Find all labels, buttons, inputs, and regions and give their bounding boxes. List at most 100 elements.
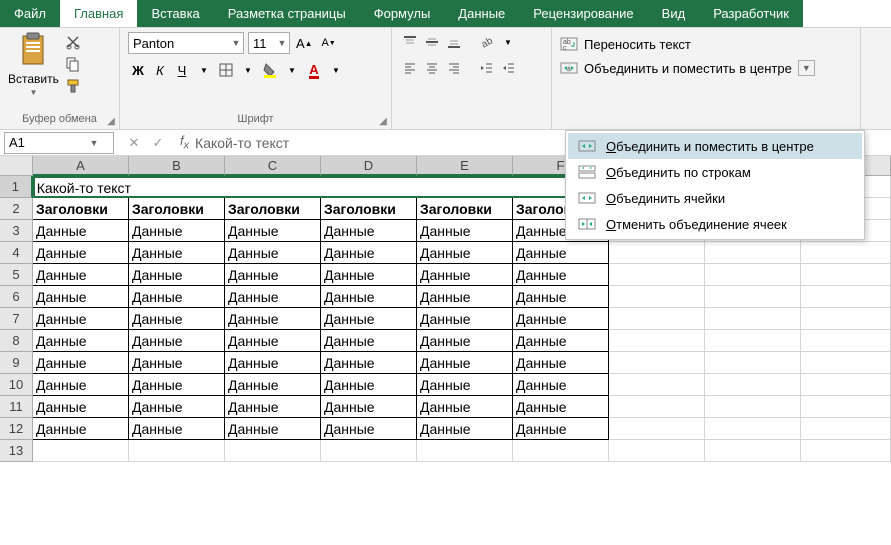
row-header-9[interactable]: 9 (0, 352, 33, 374)
cell[interactable]: Данные (129, 352, 225, 374)
cell[interactable]: Данные (129, 418, 225, 440)
orientation-button[interactable]: ab (476, 32, 496, 52)
cell[interactable]: Данные (33, 308, 129, 330)
cell[interactable]: Заголовки (417, 198, 513, 220)
cell[interactable] (705, 308, 801, 330)
cell[interactable]: Данные (321, 220, 417, 242)
cell[interactable]: Данные (513, 352, 609, 374)
cell[interactable] (609, 242, 705, 264)
font-name-input[interactable] (129, 33, 229, 53)
cell[interactable]: Данные (129, 396, 225, 418)
tab-formulas[interactable]: Формулы (360, 0, 445, 27)
cell[interactable]: Данные (513, 330, 609, 352)
cell[interactable] (417, 440, 513, 462)
font-size-dropdown[interactable]: ▼ (275, 38, 289, 48)
align-top-button[interactable] (400, 32, 420, 52)
cut-button[interactable] (65, 34, 81, 50)
cell[interactable]: Данные (33, 418, 129, 440)
cell[interactable] (513, 440, 609, 462)
cell[interactable]: Данные (321, 418, 417, 440)
cell[interactable]: Заголовки (225, 198, 321, 220)
cell[interactable] (801, 242, 891, 264)
underline-dropdown[interactable]: ▼ (194, 60, 214, 80)
dd-merge-across[interactable]: Объединить по строкам (568, 159, 862, 185)
cell[interactable]: Данные (321, 374, 417, 396)
cell[interactable]: Данные (33, 286, 129, 308)
cell[interactable] (705, 396, 801, 418)
cell[interactable]: Данные (33, 242, 129, 264)
cell[interactable] (801, 264, 891, 286)
tab-data[interactable]: Данные (444, 0, 519, 27)
align-bottom-button[interactable] (444, 32, 464, 52)
dd-merge-center[interactable]: Объединить и поместить в центре (568, 133, 862, 159)
cell[interactable]: Данные (321, 308, 417, 330)
tab-review[interactable]: Рецензирование (519, 0, 647, 27)
col-header-D[interactable]: D (321, 156, 417, 176)
cell[interactable] (609, 264, 705, 286)
cell[interactable] (609, 352, 705, 374)
merged-cell-A1F1[interactable]: Какой-то текст (33, 176, 605, 198)
cell[interactable] (609, 440, 705, 462)
font-color-dropdown[interactable]: ▼ (326, 60, 346, 80)
cell[interactable]: Заголовки (129, 198, 225, 220)
cell[interactable] (609, 396, 705, 418)
bold-button[interactable]: Ж (128, 60, 148, 80)
cell[interactable]: Данные (225, 396, 321, 418)
row-header-2[interactable]: 2 (0, 198, 33, 220)
confirm-edit-button[interactable]: ✓ (150, 135, 166, 151)
cell[interactable] (801, 286, 891, 308)
cell[interactable]: Данные (513, 264, 609, 286)
cell[interactable]: Данные (513, 418, 609, 440)
cell[interactable]: Данные (33, 330, 129, 352)
cell[interactable] (705, 352, 801, 374)
cell[interactable]: Данные (225, 308, 321, 330)
col-header-C[interactable]: C (225, 156, 321, 176)
cell[interactable] (609, 330, 705, 352)
fill-color-button[interactable] (260, 60, 280, 80)
format-painter-button[interactable] (65, 78, 81, 94)
row-header-7[interactable]: 7 (0, 308, 33, 330)
cancel-edit-button[interactable]: ✕ (126, 135, 142, 151)
cell[interactable]: Данные (33, 352, 129, 374)
cell[interactable]: Данные (417, 352, 513, 374)
cell[interactable] (801, 418, 891, 440)
cell[interactable] (321, 440, 417, 462)
cell[interactable]: Данные (225, 286, 321, 308)
cell[interactable]: Заголовки (321, 198, 417, 220)
cell[interactable]: Данные (129, 220, 225, 242)
cell[interactable] (705, 286, 801, 308)
paste-button[interactable]: Вставить ▼ (8, 32, 59, 97)
underline-button[interactable]: Ч (172, 60, 192, 80)
cell[interactable] (801, 352, 891, 374)
clipboard-launcher[interactable]: ◢ (105, 115, 117, 127)
cell[interactable]: Данные (321, 396, 417, 418)
cell[interactable]: Данные (417, 220, 513, 242)
align-center-button[interactable] (422, 58, 442, 78)
cell[interactable]: Данные (321, 242, 417, 264)
font-launcher[interactable]: ◢ (377, 115, 389, 127)
tab-insert[interactable]: Вставка (137, 0, 213, 27)
copy-button[interactable] (65, 56, 81, 72)
cell[interactable]: Данные (417, 264, 513, 286)
cell[interactable]: Данные (417, 374, 513, 396)
row-header-12[interactable]: 12 (0, 418, 33, 440)
col-header-E[interactable]: E (417, 156, 513, 176)
cell[interactable] (705, 418, 801, 440)
cell[interactable] (801, 440, 891, 462)
fx-icon[interactable]: fx (174, 133, 195, 152)
cell[interactable] (705, 242, 801, 264)
orientation-dropdown[interactable]: ▼ (498, 32, 518, 52)
cell[interactable]: Данные (417, 330, 513, 352)
merge-dropdown-button[interactable]: ▼ (798, 60, 815, 76)
row-header-13[interactable]: 13 (0, 440, 33, 462)
italic-button[interactable]: К (150, 60, 170, 80)
dd-merge-cells[interactable]: Объединить ячейки (568, 185, 862, 211)
row-header-11[interactable]: 11 (0, 396, 33, 418)
cell[interactable]: Данные (417, 418, 513, 440)
cell[interactable]: Данные (225, 264, 321, 286)
align-right-button[interactable] (444, 58, 464, 78)
cell[interactable]: Данные (129, 242, 225, 264)
decrease-indent-button[interactable] (476, 58, 496, 78)
merge-center-button[interactable]: a Объединить и поместить в центре ▼ (560, 60, 815, 76)
fill-color-dropdown[interactable]: ▼ (282, 60, 302, 80)
